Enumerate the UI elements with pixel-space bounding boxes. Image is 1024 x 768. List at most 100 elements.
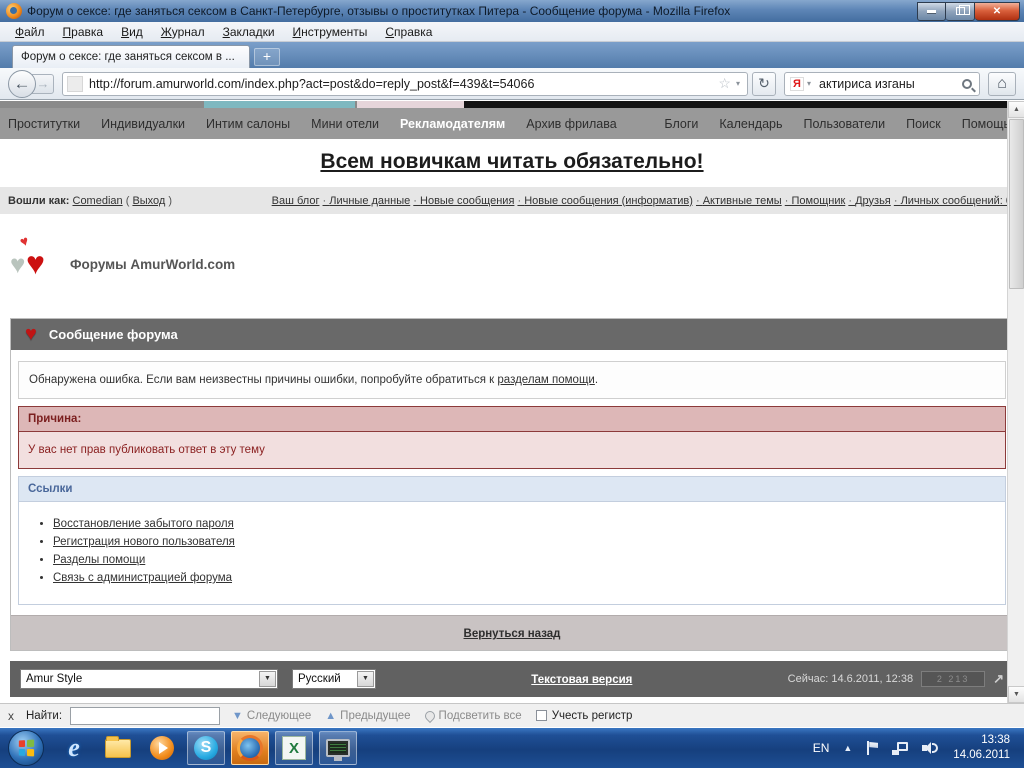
file-explorer-taskbar-icon[interactable] xyxy=(99,731,137,765)
menu-history[interactable]: Журнал xyxy=(152,23,214,41)
link-new-messages[interactable]: Новые сообщения xyxy=(413,195,514,207)
close-button[interactable]: ✕ xyxy=(975,2,1020,21)
volume-icon[interactable] xyxy=(922,741,939,755)
monitor-icon xyxy=(326,739,350,757)
link-password-recovery[interactable]: Восстановление забытого пароля xyxy=(53,518,234,530)
new-tab-button[interactable]: + xyxy=(254,48,280,66)
findbar-close-button[interactable]: x xyxy=(8,709,26,723)
search-box[interactable]: Я ▾ актириса изганы xyxy=(784,72,980,96)
logout-link[interactable]: Выход xyxy=(132,195,165,207)
remote-desktop-taskbar-icon[interactable] xyxy=(319,731,357,765)
url-bar[interactable]: http://forum.amurworld.com/index.php?act… xyxy=(62,72,748,96)
tray-clock[interactable]: 13:38 14.06.2011 xyxy=(953,733,1010,763)
bookmark-star-icon[interactable]: ☆ xyxy=(718,75,731,92)
highlight-all-button[interactable]: Подсветить все xyxy=(425,710,522,722)
url-text[interactable]: http://forum.amurworld.com/index.php?act… xyxy=(89,77,716,91)
heart-glyph: ♥ xyxy=(26,245,45,282)
media-player-taskbar-icon[interactable] xyxy=(143,731,181,765)
nav-arhiv-frilava[interactable]: Архив фрилава xyxy=(526,117,616,131)
nav-mini-oteli[interactable]: Мини отели xyxy=(311,117,379,131)
excel-taskbar-icon[interactable]: X xyxy=(275,731,313,765)
yandex-engine-icon[interactable]: Я xyxy=(790,77,804,91)
link-friends[interactable]: Друзья xyxy=(848,195,890,207)
hidden-icons-chevron[interactable]: ▲ xyxy=(843,743,852,753)
menu-tools[interactable]: Инструменты xyxy=(284,23,377,41)
current-time-label: Сейчас: 14.6.2011, 12:38 xyxy=(788,673,913,685)
network-icon[interactable] xyxy=(892,742,908,755)
scroll-up-button[interactable]: ▲ xyxy=(1008,101,1024,118)
search-input[interactable]: актириса изганы xyxy=(819,77,962,91)
match-case-option[interactable]: Учесть регистр xyxy=(536,710,633,722)
reload-button[interactable]: ↻ xyxy=(752,72,776,96)
language-indicator[interactable]: EN xyxy=(813,741,830,755)
nav-polzovateli[interactable]: Пользователи xyxy=(803,117,885,131)
link-your-blog[interactable]: Ваш блог xyxy=(272,195,320,207)
find-prev-button[interactable]: ▲ Предыдущее xyxy=(325,710,410,722)
window-titlebar[interactable]: Форум о сексе: где заняться сексом в Сан… xyxy=(0,0,1024,22)
nav-individualki[interactable]: Индивидуалки xyxy=(101,117,185,131)
nav-prostitutki[interactable]: Проститутки xyxy=(8,117,80,131)
go-back-link[interactable]: Вернуться назад xyxy=(464,628,561,640)
style-select[interactable]: Amur Style ▼ xyxy=(20,669,278,689)
error-text: Обнаружена ошибка. Если вам неизвестны п… xyxy=(29,374,497,386)
window-controls: ✕ xyxy=(917,2,1020,21)
search-engine-dropdown-icon[interactable]: ▾ xyxy=(807,79,811,88)
username-link[interactable]: Comedian xyxy=(73,195,123,207)
link-personal-data[interactable]: Личные данные xyxy=(323,195,411,207)
help-sections-link[interactable]: разделам помощи xyxy=(497,374,594,386)
link-active-topics[interactable]: Активные темы xyxy=(696,195,782,207)
menu-bookmarks[interactable]: Закладки xyxy=(214,23,284,41)
menu-file[interactable]: Файл xyxy=(6,23,54,41)
skype-taskbar-icon[interactable]: S xyxy=(187,731,225,765)
restore-button[interactable] xyxy=(946,2,975,21)
forum-footer-bar: Amur Style ▼ Русский ▼ Текстовая версия … xyxy=(10,661,1014,697)
menu-help[interactable]: Справка xyxy=(376,23,441,41)
active-tab[interactable]: Форум о сексе: где заняться сексом в ... xyxy=(12,45,250,68)
find-label: Найти: xyxy=(26,710,62,722)
link-help-sections[interactable]: Разделы помощи xyxy=(53,554,145,566)
firefox-icon xyxy=(237,735,263,761)
userbar-links: Ваш блог Личные данные Новые сообщения Н… xyxy=(272,195,1012,207)
link-register-new-user[interactable]: Регистрация нового пользователя xyxy=(53,536,235,548)
link-private-messages-count[interactable]: Личных сообщений: 0 xyxy=(894,195,1012,207)
link-contact-administration[interactable]: Связь с администрацией форума xyxy=(53,572,232,584)
match-case-checkbox[interactable] xyxy=(536,710,547,721)
find-next-button[interactable]: ▼ Следующее xyxy=(232,710,311,722)
forum-top-navbar: Проститутки Индивидуалки Интим салоны Ми… xyxy=(0,108,1024,139)
menu-view[interactable]: Вид xyxy=(112,23,152,41)
internet-explorer-taskbar-icon[interactable]: e xyxy=(55,731,93,765)
nav-reklamodatelyam[interactable]: Рекламодателям xyxy=(400,117,505,131)
link-new-messages-informative[interactable]: Новые сообщения (информатив) xyxy=(517,195,692,207)
firefox-taskbar-icon[interactable] xyxy=(231,731,269,765)
find-input[interactable] xyxy=(70,707,220,725)
links-block: Ссылки Восстановление забытого пароля Ре… xyxy=(18,476,1006,605)
link-assistant[interactable]: Помощник xyxy=(785,195,846,207)
minimize-button[interactable] xyxy=(917,2,946,21)
nav-blogi[interactable]: Блоги xyxy=(664,117,698,131)
nav-intim-salony[interactable]: Интим салоны xyxy=(206,117,290,131)
home-button[interactable]: ⌂ xyxy=(988,72,1016,96)
nav-poisk[interactable]: Поиск xyxy=(906,117,941,131)
match-case-label: Учесть регистр xyxy=(552,710,633,722)
select-dropdown-icon[interactable]: ▼ xyxy=(259,671,276,687)
page-scrollbar[interactable]: ▲ ▼ xyxy=(1007,101,1024,703)
back-button[interactable]: ← xyxy=(8,70,36,98)
nav-kalendar[interactable]: Календарь xyxy=(719,117,782,131)
menu-edit[interactable]: Правка xyxy=(54,23,113,41)
bookmark-dropdown-icon[interactable]: ▾ xyxy=(736,79,740,88)
text-version-link[interactable]: Текстовая версия xyxy=(531,674,632,686)
nav-pomosch[interactable]: Помощь xyxy=(962,117,1010,131)
select-dropdown-icon[interactable]: ▼ xyxy=(357,671,374,687)
scrollbar-thumb[interactable] xyxy=(1009,119,1024,289)
start-button[interactable] xyxy=(8,730,44,766)
list-item: Разделы помощи xyxy=(53,554,995,566)
language-select[interactable]: Русский ▼ xyxy=(292,669,376,689)
corner-arrow-icon[interactable]: ↗ xyxy=(993,671,1004,687)
board-message-title: Сообщение форума xyxy=(49,327,178,342)
scroll-down-button[interactable]: ▼ xyxy=(1008,686,1024,703)
forum-logo[interactable]: ♥ ♥ ♥ Форумы AmurWorld.com xyxy=(10,240,1024,288)
action-center-flag-icon[interactable] xyxy=(866,741,878,755)
announcement-link[interactable]: Всем новичкам читать обязательно! xyxy=(320,150,703,173)
search-magnifier-icon[interactable] xyxy=(962,79,972,89)
user-bar: Вошли как: Comedian ( Выход ) Ваш блог Л… xyxy=(0,187,1024,214)
